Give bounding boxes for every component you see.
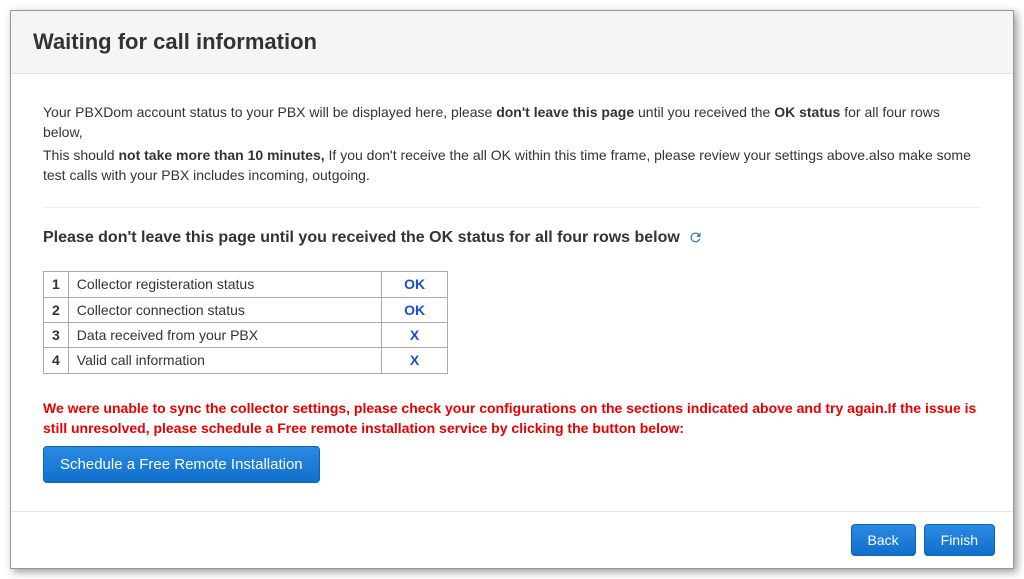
table-row: 2 Collector connection status OK	[44, 297, 448, 322]
subheading: Please don't leave this page until you r…	[43, 226, 680, 249]
row-status: X	[382, 348, 448, 373]
row-status: OK	[382, 297, 448, 322]
row-index: 1	[44, 272, 69, 297]
row-label: Valid call information	[68, 348, 381, 373]
schedule-remote-install-button[interactable]: Schedule a Free Remote Installation	[43, 446, 320, 483]
row-index: 2	[44, 297, 69, 322]
intro-line1-bold1: don't leave this page	[496, 104, 634, 120]
subheading-row: Please don't leave this page until you r…	[43, 226, 981, 249]
back-button[interactable]: Back	[851, 524, 916, 556]
table-row: 4 Valid call information X	[44, 348, 448, 373]
modal-dialog: Waiting for call information Your PBXDom…	[10, 10, 1014, 569]
intro-text: Your PBXDom account status to your PBX w…	[43, 102, 981, 208]
intro-line1-mid: until you received the	[634, 104, 774, 120]
table-row: 3 Data received from your PBX X	[44, 322, 448, 347]
row-label: Data received from your PBX	[68, 322, 381, 347]
row-status: OK	[382, 272, 448, 297]
modal-footer: Back Finish	[11, 511, 1013, 568]
status-table: 1 Collector registeration status OK 2 Co…	[43, 271, 448, 373]
table-row: 1 Collector registeration status OK	[44, 272, 448, 297]
row-label: Collector registeration status	[68, 272, 381, 297]
modal-title: Waiting for call information	[33, 29, 991, 55]
row-index: 4	[44, 348, 69, 373]
finish-button[interactable]: Finish	[924, 524, 995, 556]
row-status: X	[382, 322, 448, 347]
intro-line-1: Your PBXDom account status to your PBX w…	[43, 102, 981, 143]
intro-line-2: This should not take more than 10 minute…	[43, 145, 981, 186]
intro-line1-pre: Your PBXDom account status to your PBX w…	[43, 104, 496, 120]
intro-line2-pre: This should	[43, 147, 118, 163]
error-message: We were unable to sync the collector set…	[43, 398, 981, 439]
intro-line2-bold: not take more than 10 minutes,	[118, 147, 324, 163]
status-table-body: 1 Collector registeration status OK 2 Co…	[44, 272, 448, 373]
modal-body[interactable]: Your PBXDom account status to your PBX w…	[11, 74, 1013, 511]
modal-header: Waiting for call information	[11, 11, 1013, 74]
row-label: Collector connection status	[68, 297, 381, 322]
row-index: 3	[44, 322, 69, 347]
intro-line1-bold2: OK status	[774, 104, 840, 120]
refresh-icon[interactable]	[688, 230, 703, 245]
